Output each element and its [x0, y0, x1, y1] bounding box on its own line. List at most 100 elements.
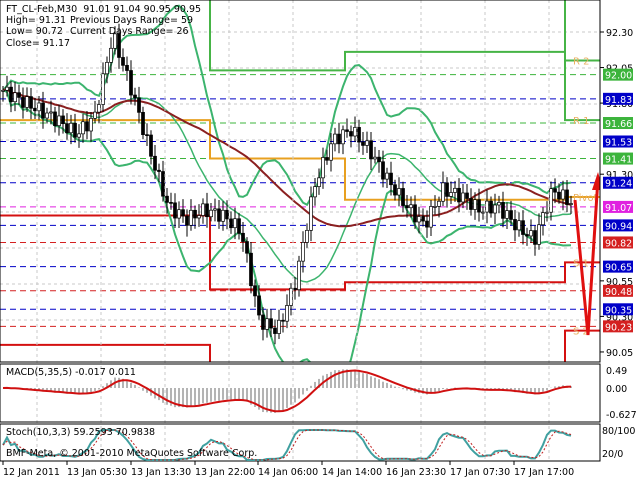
stoch-label: Stoch(10,3,3) 59.2593 70.9838: [6, 427, 156, 438]
candle-body: [473, 199, 477, 210]
candle-body: [301, 242, 305, 262]
level-price-label: 90.65: [605, 263, 632, 274]
candle-body: [501, 202, 505, 219]
candle-body: [65, 123, 69, 134]
candle-body: [177, 209, 181, 219]
candle-body: [381, 161, 385, 180]
pivot-line: [0, 119, 600, 201]
macd-scale-label: 0.49: [606, 366, 627, 377]
candle-body: [221, 209, 225, 222]
pivot-label: R 2: [573, 56, 590, 67]
candle-body: [517, 220, 521, 231]
current-days-range: Current Days Range= 26: [70, 26, 189, 37]
macd-scale-label: -0.627: [606, 410, 637, 421]
level-price-label: 91.66: [605, 119, 632, 130]
candle-body: [345, 129, 349, 132]
candle-body: [553, 188, 557, 193]
candle-body: [37, 102, 41, 112]
candle-body: [305, 229, 309, 243]
candle-body: [61, 115, 65, 125]
candle-body: [385, 172, 389, 180]
candle-body: [389, 172, 393, 186]
candle-body: [33, 107, 37, 112]
time-axis-label: 17 Jan 07:30: [450, 467, 510, 478]
candle-body: [317, 177, 321, 187]
time-axis-label: 14 Jan 06:00: [258, 467, 318, 478]
copyright: BMF-Meta, © 2001-2010 MetaQuotes Softwar…: [6, 448, 258, 459]
candle-body: [529, 230, 533, 237]
candle-body: [509, 210, 513, 220]
candle-body: [493, 204, 497, 214]
candle-body: [293, 287, 297, 291]
candle-body: [401, 188, 405, 206]
candle-body: [169, 202, 173, 204]
candle-body: [461, 192, 465, 203]
candle-body: [309, 196, 313, 231]
time-axis-label: 12 Jan 2011: [3, 467, 60, 478]
high-value: High= 91.31: [6, 15, 67, 26]
candle-body: [321, 157, 325, 179]
candle-body: [465, 192, 469, 199]
candle-body: [45, 112, 49, 119]
candle-body: [249, 252, 253, 287]
level-price-label: 91.07: [605, 203, 632, 214]
chart-canvas[interactable]: R 2R 1PivotS 1S 292.3092.0591.8091.3090.…: [0, 0, 640, 480]
candle-body: [161, 171, 165, 197]
candle-body: [41, 102, 45, 119]
candle-body: [285, 305, 289, 322]
level-price-label: 90.82: [605, 238, 632, 249]
candle-body: [421, 216, 425, 222]
candle-body: [157, 169, 161, 172]
candle-body: [213, 208, 217, 211]
price-axis-label: 90.05: [606, 348, 633, 359]
candle-body: [373, 156, 377, 160]
candle-body: [525, 234, 529, 237]
candle-body: [549, 188, 553, 213]
pivot-label: R 1: [573, 116, 590, 127]
candle-body: [405, 205, 409, 209]
bollinger-lower: [2, 89, 572, 362]
candle-body: [193, 209, 197, 219]
candle-body: [13, 92, 17, 103]
candle-body: [437, 200, 441, 207]
time-axis-label: 13 Jan 22:00: [195, 467, 255, 478]
candle-body: [185, 215, 189, 226]
level-price-label: 91.53: [605, 137, 632, 148]
candle-body: [137, 97, 141, 113]
candle-body: [281, 319, 285, 322]
candle-body: [261, 314, 265, 330]
macd-label: MACD(5,35,5) -0.017 0.011: [6, 367, 136, 378]
time-axis-label: 13 Jan 05:30: [67, 467, 127, 478]
candle-body: [253, 285, 257, 297]
level-price-label: 91.83: [605, 95, 632, 106]
time-axis-label: 16 Jan 23:30: [386, 467, 446, 478]
candle-body: [441, 182, 445, 202]
candle-body: [97, 104, 101, 113]
candle-body: [485, 200, 489, 213]
level-price-label: 91.24: [605, 179, 632, 190]
symbol-info: FT_CL-Feb,M30 91.01 91.04 90.95 90.95: [6, 4, 202, 15]
candle-body: [189, 209, 193, 226]
candle-body: [209, 209, 213, 218]
candle-body: [165, 195, 169, 203]
level-price-label: 92.00: [605, 71, 632, 82]
candle-body: [57, 115, 61, 127]
candle-body: [497, 202, 501, 206]
bollinger-middle: [2, 87, 572, 283]
candle-body: [81, 121, 85, 135]
candle-body: [101, 73, 105, 105]
candle-body: [105, 61, 109, 75]
candle-body: [545, 211, 549, 214]
candle-body: [125, 64, 129, 71]
time-axis-label: 17 Jan 17:00: [514, 467, 574, 478]
candle-body: [333, 133, 337, 145]
candle-body: [533, 230, 537, 245]
candle-body: [353, 127, 357, 137]
candle-body: [229, 218, 233, 229]
candle-body: [93, 111, 97, 119]
candle-body: [181, 209, 185, 217]
candle-body: [329, 143, 333, 161]
candle-body: [361, 141, 365, 146]
candle-body: [133, 94, 137, 99]
candle-body: [325, 157, 329, 161]
